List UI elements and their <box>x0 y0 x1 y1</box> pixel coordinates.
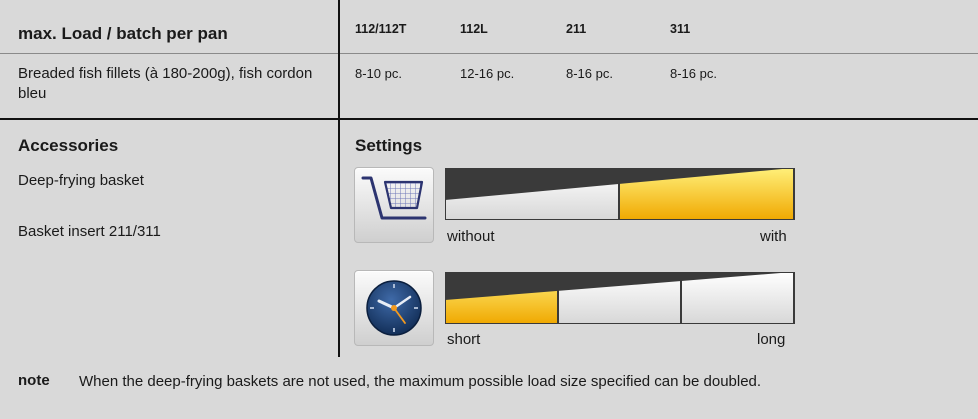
column-header-112l: 112L <box>460 22 488 36</box>
cell-112l: 12-16 pc. <box>460 66 515 81</box>
clock-icon <box>366 280 422 336</box>
column-header-211: 211 <box>566 22 587 36</box>
accessory-item-basket-insert: Basket insert 211/311 <box>18 223 161 240</box>
basket-icon <box>361 176 427 220</box>
load-table-title: max. Load / batch per pan <box>18 24 228 43</box>
note-text: When the deep-frying baskets are not use… <box>79 373 762 390</box>
time-setting-icon-box <box>354 270 434 346</box>
accessory-item-deep-frying-basket: Deep-frying basket <box>18 172 144 189</box>
column-header-311: 311 <box>670 22 691 36</box>
time-segment-long <box>681 272 793 324</box>
food-description: Breaded fish fillets (à 180-200g), fish … <box>18 65 313 102</box>
time-setting-bar <box>445 272 795 324</box>
section-divider <box>0 118 978 120</box>
basket-min-label: without <box>447 228 495 245</box>
note-label: note <box>18 372 50 389</box>
time-max-label: long <box>757 331 786 348</box>
basket-max-label: with <box>760 228 787 245</box>
basket-setting-bar <box>445 168 795 220</box>
cell-211: 8-16 pc. <box>566 66 613 81</box>
column-divider <box>338 0 340 357</box>
cell-112-112t: 8-10 pc. <box>355 66 402 81</box>
accessories-title: Accessories <box>18 136 119 155</box>
cell-311: 8-16 pc. <box>670 66 717 81</box>
basket-setting-icon-box <box>354 167 434 243</box>
time-min-label: short <box>447 331 481 348</box>
column-header-112-112t: 112/112T <box>355 22 407 36</box>
settings-title: Settings <box>355 136 423 155</box>
